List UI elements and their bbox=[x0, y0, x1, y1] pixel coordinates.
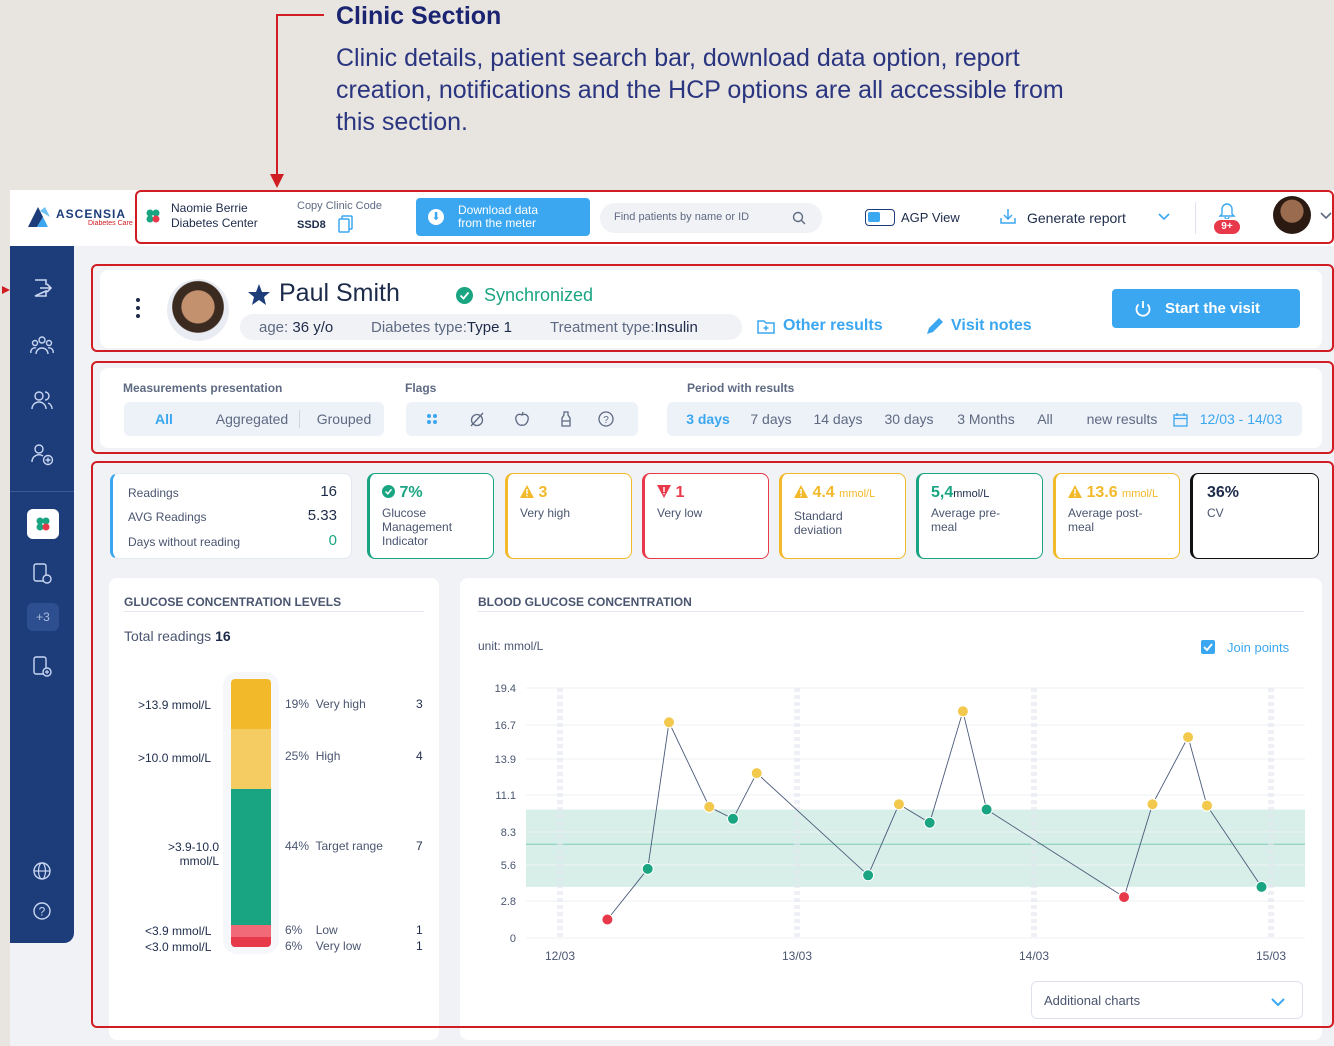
sidebar-item-clover-active[interactable] bbox=[27, 509, 59, 539]
globe-icon[interactable] bbox=[30, 861, 54, 885]
annotation-description: Clinic details, patient search bar, down… bbox=[336, 44, 1064, 136]
users-icon[interactable] bbox=[30, 389, 54, 413]
sidebar-more-badge[interactable]: +3 bbox=[27, 603, 59, 631]
sidebar: +3 ? bbox=[10, 246, 74, 943]
add-device-icon[interactable] bbox=[30, 655, 54, 679]
annotation-title: Clinic Section bbox=[336, 2, 502, 30]
ascensia-logo-icon bbox=[28, 207, 50, 227]
annotation-connector bbox=[276, 14, 278, 176]
add-user-icon[interactable] bbox=[30, 442, 54, 466]
annotation-connector bbox=[276, 14, 324, 16]
logout-icon[interactable] bbox=[30, 277, 54, 301]
patients-group-icon[interactable] bbox=[30, 334, 54, 358]
sidebar-divider bbox=[10, 491, 74, 492]
highlight-patient-section bbox=[91, 264, 1334, 352]
logo-text: ASCENSIA bbox=[56, 207, 127, 221]
annotation-arrowhead bbox=[2, 286, 10, 294]
logo-subtext: Diabetes Care bbox=[88, 220, 133, 227]
annotation-arrowhead bbox=[270, 174, 284, 188]
highlight-filters-section bbox=[91, 361, 1334, 454]
clover-icon bbox=[36, 517, 50, 531]
svg-text:?: ? bbox=[39, 905, 46, 919]
highlight-data-section bbox=[91, 461, 1334, 1028]
highlight-clinic-section bbox=[135, 190, 1334, 244]
device-settings-icon[interactable] bbox=[30, 562, 54, 586]
help-icon[interactable]: ? bbox=[30, 901, 54, 925]
